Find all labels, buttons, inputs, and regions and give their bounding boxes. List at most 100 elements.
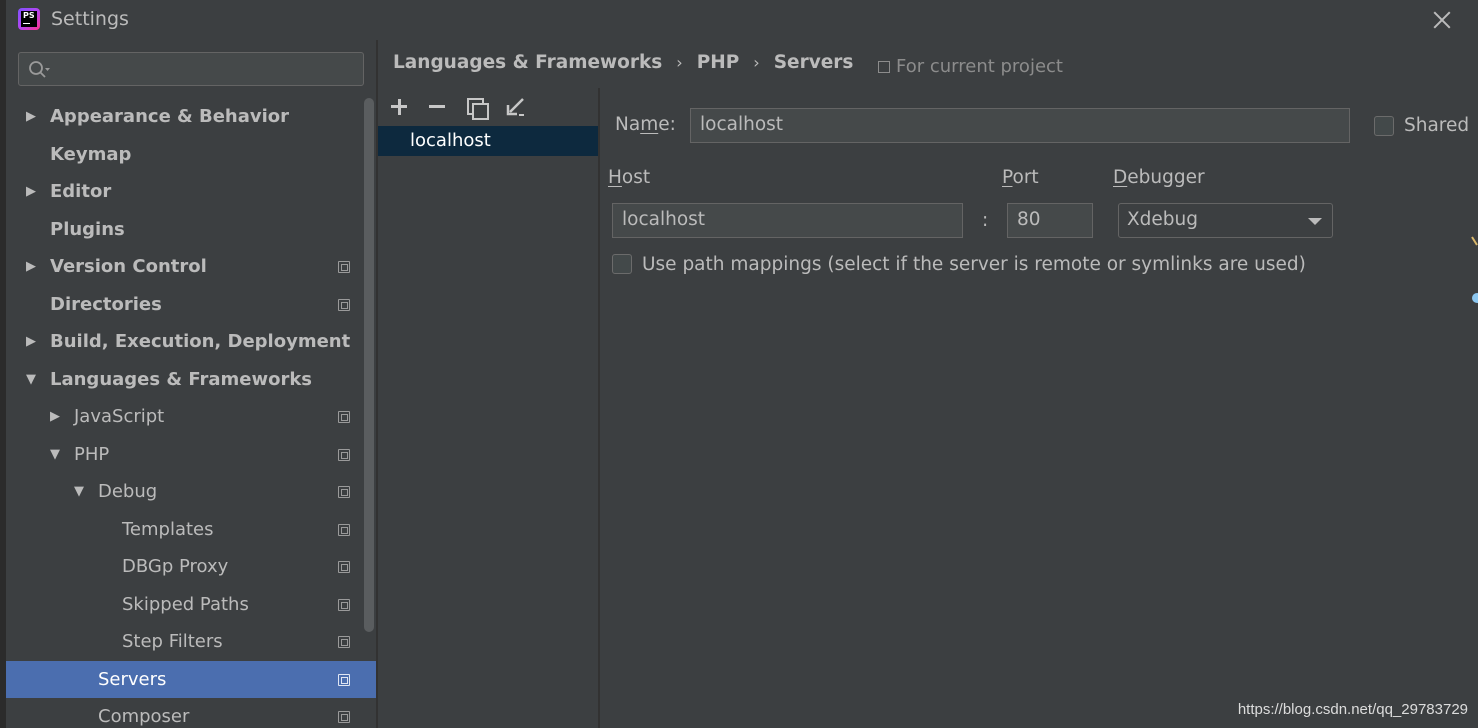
- project-scope-icon: [338, 598, 350, 611]
- port-label: Port: [1002, 167, 1039, 188]
- window-title: Settings: [51, 8, 129, 30]
- sidebar-item-dbgp-proxy[interactable]: DBGp Proxy: [6, 548, 376, 586]
- debugger-select[interactable]: Xdebug: [1118, 203, 1333, 238]
- project-scope-icon: [338, 411, 350, 423]
- sidebar-item-label: Keymap: [50, 143, 132, 165]
- name-field[interactable]: localhost: [690, 108, 1350, 143]
- title-bar: PS Settings: [6, 0, 1478, 40]
- add-icon[interactable]: [387, 95, 411, 119]
- project-scope-icon: [338, 673, 350, 686]
- settings-sidebar: ▶ Appearance & Behavior Keymap ▶ Editor Plugi…: [6, 40, 376, 728]
- close-icon[interactable]: [1428, 6, 1456, 34]
- host-label: Host: [608, 167, 650, 188]
- project-scope-icon: [338, 561, 350, 573]
- project-scope-icon: [338, 636, 350, 648]
- project-scope-icon: [338, 298, 350, 311]
- for-current-project-label: For current project: [896, 56, 1063, 77]
- sidebar-item-templates[interactable]: Templates: [6, 511, 376, 549]
- sidebar-item-label: Build, Execution, Deployment: [50, 331, 351, 352]
- sidebar-item-servers[interactable]: Servers: [6, 660, 376, 698]
- background-app-fragment: [1471, 236, 1478, 303]
- sidebar-item-label: Version Control: [50, 256, 207, 277]
- sidebar-item-label: Servers: [98, 668, 167, 690]
- port-label-mnemonic: P: [1002, 167, 1013, 188]
- sidebar-item-label: Templates: [122, 518, 214, 540]
- project-scope-icon: [878, 61, 890, 73]
- sidebar-scrollbar[interactable]: [364, 98, 374, 632]
- sidebar-item-build-execution-deployment[interactable]: ▶ Build, Execution, Deployment: [6, 323, 376, 361]
- expanded-arrow-icon[interactable]: ▼: [26, 361, 40, 399]
- project-scope-icon: [338, 711, 350, 723]
- collapsed-arrow-icon[interactable]: ▶: [26, 248, 40, 286]
- remove-icon[interactable]: [425, 95, 449, 119]
- collapsed-arrow-icon[interactable]: ▶: [26, 98, 40, 136]
- sidebar-item-php[interactable]: ▼ PHP: [6, 436, 376, 474]
- project-scope-icon: [338, 448, 350, 461]
- name-label-post: e:: [658, 114, 676, 135]
- sidebar-item-label: JavaScript: [74, 406, 165, 427]
- host-port-colon: :: [982, 210, 989, 231]
- name-label-mnemonic: m: [640, 114, 659, 135]
- name-label: Name:: [615, 114, 676, 135]
- phpstorm-logo-icon: PS: [18, 8, 40, 30]
- sidebar-item-editor[interactable]: ▶ Editor: [6, 173, 376, 211]
- chevron-down-icon: [1308, 218, 1322, 225]
- sidebar-item-label: Plugins: [50, 218, 125, 240]
- sidebar-item-directories[interactable]: Directories: [6, 286, 376, 324]
- settings-search-input[interactable]: [18, 52, 364, 86]
- sidebar-item-plugins[interactable]: Plugins: [6, 211, 376, 249]
- host-label-post: ost: [621, 167, 651, 188]
- server-list-item[interactable]: localhost: [378, 126, 598, 156]
- shared-label: Shared: [1404, 115, 1470, 136]
- sidebar-item-label: Editor: [50, 181, 112, 202]
- sidebar-item-javascript[interactable]: ▶ JavaScript: [6, 398, 376, 436]
- port-field[interactable]: 80: [1007, 203, 1093, 238]
- breadcrumb-item-servers: Servers: [773, 52, 854, 73]
- sidebar-item-keymap[interactable]: Keymap: [6, 136, 376, 174]
- path-mappings-label: Use path mappings (select if the server …: [642, 254, 1306, 275]
- servers-toolbar: [378, 88, 598, 126]
- sidebar-item-version-control[interactable]: ▶ Version Control: [6, 248, 376, 286]
- shared-checkbox[interactable]: [1374, 116, 1394, 136]
- sidebar-item-label: DBGp Proxy: [122, 556, 229, 577]
- for-current-project-note: For current project: [878, 56, 1063, 77]
- sidebar-item-languages-frameworks[interactable]: ▼ Languages & Frameworks: [6, 361, 376, 399]
- sidebar-item-step-filters[interactable]: Step Filters: [6, 623, 376, 661]
- copy-icon[interactable]: [464, 95, 489, 120]
- expanded-arrow-icon[interactable]: ▼: [50, 436, 64, 474]
- collapsed-arrow-icon[interactable]: ▶: [26, 173, 40, 211]
- sidebar-item-debug[interactable]: ▼ Debug: [6, 473, 376, 511]
- host-field[interactable]: localhost: [612, 203, 963, 238]
- watermark-url: https://blog.csdn.net/qq_29783729: [1237, 701, 1468, 718]
- project-scope-icon: [338, 523, 350, 536]
- sidebar-item-label: Appearance & Behavior: [50, 106, 290, 127]
- debugger-label-mnemonic: D: [1113, 167, 1128, 188]
- breadcrumb: Languages & Frameworks › PHP › Servers: [393, 52, 853, 78]
- sidebar-item-skipped-paths[interactable]: Skipped Paths: [6, 586, 376, 624]
- breadcrumb-item-languages-frameworks: Languages & Frameworks: [393, 52, 663, 73]
- sidebar-item-label: Languages & Frameworks: [50, 368, 313, 390]
- sidebar-item-composer[interactable]: Composer: [6, 698, 376, 728]
- collapsed-arrow-icon[interactable]: ▶: [50, 398, 64, 436]
- host-label-mnemonic: H: [608, 167, 622, 188]
- name-label-pre: Na: [615, 114, 641, 135]
- sidebar-item-label: Step Filters: [122, 631, 223, 652]
- breadcrumb-separator: ›: [676, 53, 683, 72]
- project-scope-icon: [338, 486, 350, 498]
- details-divider: [598, 88, 600, 728]
- sidebar-item-label: Directories: [50, 293, 162, 315]
- import-icon[interactable]: [503, 95, 527, 119]
- sidebar-item-appearance-behavior[interactable]: ▶ Appearance & Behavior: [6, 98, 376, 136]
- path-mappings-checkbox[interactable]: [612, 254, 632, 274]
- settings-tree: ▶ Appearance & Behavior Keymap ▶ Editor Plugi…: [6, 98, 376, 728]
- breadcrumb-separator: ›: [753, 53, 760, 72]
- search-icon: [29, 61, 50, 78]
- collapsed-arrow-icon[interactable]: ▶: [26, 323, 40, 361]
- project-scope-icon: [338, 261, 350, 273]
- sidebar-item-label: Debug: [98, 481, 158, 502]
- port-label-post: ort: [1012, 167, 1039, 188]
- sidebar-item-label: Skipped Paths: [122, 593, 249, 615]
- servers-list-pane: localhost: [378, 88, 598, 728]
- breadcrumb-item-php: PHP: [696, 52, 740, 73]
- expanded-arrow-icon[interactable]: ▼: [74, 473, 88, 511]
